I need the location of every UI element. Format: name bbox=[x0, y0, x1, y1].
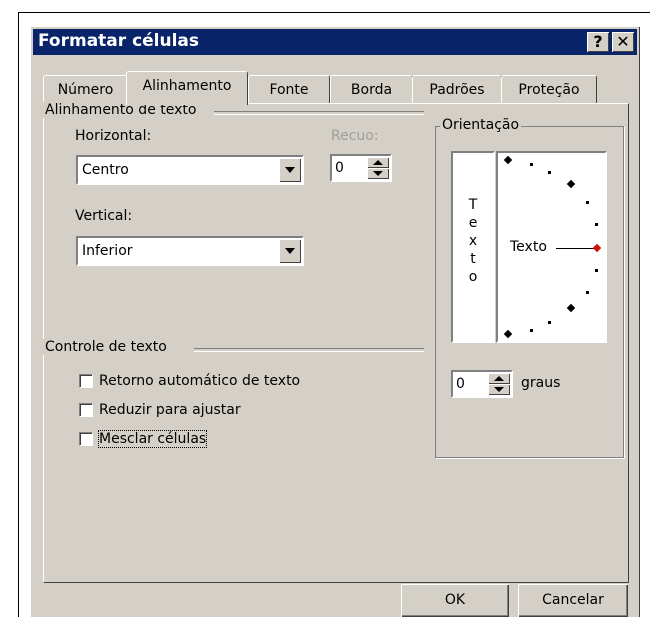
format-cells-dialog: Formatar células ? ✕ Número Alinhamento … bbox=[30, 26, 640, 617]
arrow-down-icon bbox=[494, 387, 504, 392]
horizontal-select[interactable]: Centro bbox=[76, 155, 304, 185]
arrow-down-icon bbox=[373, 171, 383, 176]
degrees-spinner[interactable]: 0 bbox=[451, 370, 513, 398]
dialog-title: Formatar células bbox=[38, 31, 200, 51]
tab-protecao[interactable]: Proteção bbox=[501, 75, 597, 104]
angle-dot[interactable] bbox=[595, 269, 598, 272]
close-icon: ✕ bbox=[616, 32, 630, 51]
tab-padroes[interactable]: Padrões bbox=[412, 75, 502, 104]
vertical-text-char: t bbox=[470, 251, 476, 267]
indent-value: 0 bbox=[335, 160, 344, 176]
group-divider bbox=[214, 111, 424, 115]
angle-dot[interactable] bbox=[586, 201, 589, 204]
dial-text-label: Texto bbox=[510, 239, 547, 255]
degrees-label: graus bbox=[521, 375, 561, 391]
ok-button[interactable]: OK bbox=[401, 584, 509, 617]
vertical-text-char: e bbox=[468, 215, 478, 231]
arrow-up-icon bbox=[494, 376, 504, 381]
tab-label: Alinhamento bbox=[142, 78, 232, 94]
degrees-value: 0 bbox=[456, 376, 465, 392]
vertical-dropdown-button[interactable] bbox=[279, 239, 301, 263]
chevron-down-icon bbox=[285, 248, 295, 254]
angle-dot[interactable] bbox=[586, 291, 589, 294]
help-button[interactable]: ? bbox=[587, 32, 609, 52]
tab-borda[interactable]: Borda bbox=[330, 75, 413, 104]
tab-numero[interactable]: Número bbox=[43, 75, 128, 104]
tab-label: Fonte bbox=[269, 82, 309, 98]
checkbox-box[interactable] bbox=[79, 374, 93, 388]
vertical-text-char: o bbox=[468, 269, 478, 285]
arrow-up-icon bbox=[373, 160, 383, 165]
shrink-to-fit-label: Reduzir para ajustar bbox=[99, 402, 241, 418]
indent-label: Recuo: bbox=[331, 128, 379, 144]
spin-down-button[interactable] bbox=[367, 168, 389, 179]
angle-marker-minus-90[interactable] bbox=[503, 329, 513, 339]
shrink-to-fit-checkbox[interactable]: Reduzir para ajustar bbox=[79, 402, 241, 418]
angle-marker-45[interactable] bbox=[566, 179, 576, 189]
degrees-spin-buttons[interactable] bbox=[488, 373, 510, 395]
cancel-button[interactable]: Cancelar bbox=[518, 584, 628, 617]
close-button[interactable]: ✕ bbox=[612, 32, 634, 52]
merge-cells-checkbox[interactable]: Mesclar células bbox=[79, 430, 208, 448]
indent-spin-buttons[interactable] bbox=[367, 157, 389, 179]
angle-dot[interactable] bbox=[595, 223, 598, 226]
vertical-text-char: x bbox=[468, 233, 478, 249]
checkbox-box[interactable] bbox=[79, 403, 93, 417]
horizontal-label: Horizontal: bbox=[75, 128, 152, 144]
frame-left-line bbox=[18, 12, 19, 617]
angle-dot[interactable] bbox=[548, 171, 551, 174]
angle-marker-minus-45[interactable] bbox=[566, 303, 576, 313]
horizontal-value: Centro bbox=[82, 162, 129, 178]
orientation-dial[interactable]: Texto bbox=[496, 151, 607, 343]
vertical-label: Vertical: bbox=[75, 208, 133, 224]
wrap-text-checkbox[interactable]: Retorno automático de texto bbox=[79, 373, 300, 389]
angle-indicator-line bbox=[556, 248, 596, 249]
orientation-group: Orientação T e x t o Texto 0 graus bbox=[435, 117, 624, 458]
spin-up-button[interactable] bbox=[488, 373, 510, 384]
tab-alinhamento[interactable]: Alinhamento bbox=[126, 71, 248, 105]
frame-top-line bbox=[18, 12, 650, 13]
tab-label: Padrões bbox=[429, 82, 485, 98]
angle-marker-90[interactable] bbox=[503, 155, 513, 165]
vertical-text-char: T bbox=[468, 197, 478, 213]
tab-label: Borda bbox=[350, 82, 393, 98]
help-icon: ? bbox=[593, 32, 603, 51]
vertical-text-button[interactable]: T e x t o bbox=[451, 151, 495, 343]
group-divider bbox=[194, 348, 424, 352]
tab-label: Número bbox=[57, 82, 114, 98]
angle-indicator-diamond[interactable] bbox=[592, 243, 602, 253]
angle-dot[interactable] bbox=[530, 163, 533, 166]
chevron-down-icon bbox=[285, 167, 295, 173]
merge-cells-label: Mesclar células bbox=[97, 430, 208, 448]
vertical-value: Inferior bbox=[82, 243, 133, 259]
angle-dot[interactable] bbox=[530, 329, 533, 332]
angle-dot[interactable] bbox=[548, 321, 551, 324]
indent-spinner[interactable]: 0 bbox=[330, 154, 392, 182]
text-control-group-label: Controle de texto bbox=[43, 339, 169, 355]
wrap-text-label: Retorno automático de texto bbox=[99, 373, 301, 389]
tab-label: Proteção bbox=[518, 82, 580, 98]
horizontal-dropdown-button[interactable] bbox=[279, 158, 301, 182]
spin-up-button[interactable] bbox=[367, 157, 389, 168]
vertical-select[interactable]: Inferior bbox=[76, 236, 304, 266]
orientation-group-label: Orientação bbox=[440, 117, 522, 133]
spin-down-button[interactable] bbox=[488, 384, 510, 395]
tab-fonte[interactable]: Fonte bbox=[248, 75, 330, 104]
title-bar[interactable]: Formatar células ? ✕ bbox=[33, 29, 637, 55]
